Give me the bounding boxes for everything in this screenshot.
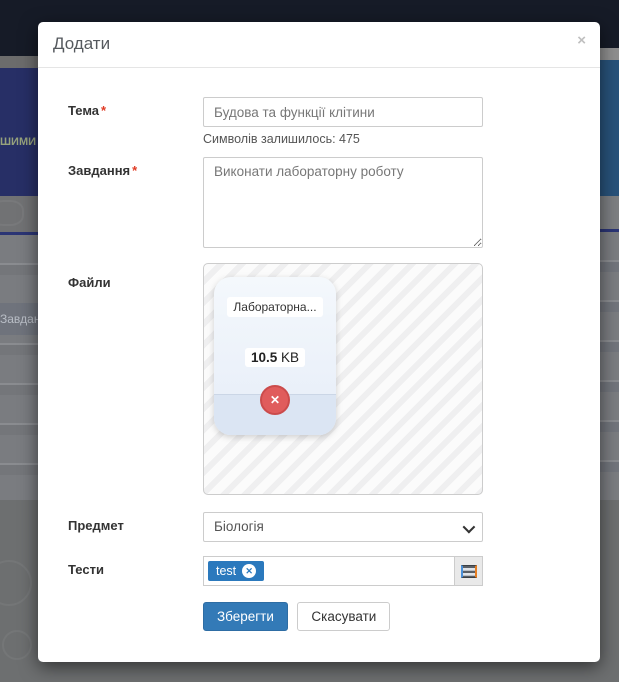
background-gray-strip — [600, 48, 619, 60]
tests-list-button[interactable] — [455, 556, 483, 586]
dialog-title: Додати — [53, 34, 110, 53]
cancel-button[interactable]: Скасувати — [297, 602, 390, 631]
background-footer-area — [600, 500, 619, 682]
subject-select[interactable]: Біологія — [203, 512, 483, 542]
background-table-rows — [600, 232, 619, 500]
background-promo-panel-left — [0, 68, 38, 196]
task-textarea[interactable]: Виконати лабораторну роботу — [203, 157, 483, 248]
file-size: 10.5 KB — [245, 348, 305, 367]
x-icon: ✕ — [270, 393, 280, 407]
dialog-actions: Зберегти Скасувати — [203, 602, 483, 631]
file-card-footer: ✕ — [214, 394, 336, 435]
tests-tags-input[interactable]: test ✕ — [203, 556, 455, 586]
dialog-header: Додати × — [38, 22, 600, 68]
close-icon[interactable]: × — [577, 33, 586, 48]
chevron-down-icon — [463, 521, 476, 534]
tests-label: Тести — [68, 562, 198, 577]
required-asterisk: * — [101, 103, 106, 118]
remove-tag-icon[interactable]: ✕ — [242, 564, 256, 578]
background-table-header: Завдан — [0, 303, 38, 335]
topic-input[interactable] — [203, 97, 483, 127]
tag-label: test — [216, 564, 236, 578]
files-label: Файли — [68, 275, 198, 290]
file-name: Лабораторна... — [227, 297, 322, 317]
required-asterisk: * — [132, 163, 137, 178]
list-icon — [461, 565, 477, 578]
background-gray-strip — [0, 56, 38, 68]
task-label: Завдання* — [68, 163, 198, 178]
add-dialog: Додати × Тема* Символів залишилось: 475 … — [38, 22, 600, 662]
tests-tags-control: test ✕ — [203, 556, 483, 586]
save-button[interactable]: Зберегти — [203, 602, 288, 631]
background-gray-area — [600, 196, 619, 229]
chars-remaining-text: Символів залишилось: 475 — [203, 132, 360, 146]
background-doodle — [2, 630, 32, 660]
background-table-rows — [0, 235, 38, 500]
background-promo-panel-right — [600, 60, 619, 196]
file-dropzone[interactable]: Лабораторна... 10.5 KB ✕ — [203, 263, 483, 495]
background-doodle — [0, 200, 24, 226]
file-preview-card: Лабораторна... 10.5 KB ✕ — [214, 277, 336, 435]
remove-file-button[interactable]: ✕ — [260, 385, 290, 415]
subject-label: Предмет — [68, 518, 198, 533]
subject-selected-value: Біологія — [214, 519, 264, 534]
background-promo-text: ШИМИ — [0, 136, 38, 148]
tag-test: test ✕ — [208, 561, 264, 581]
topic-label: Тема* — [68, 103, 198, 118]
background-footer-area — [0, 662, 619, 682]
